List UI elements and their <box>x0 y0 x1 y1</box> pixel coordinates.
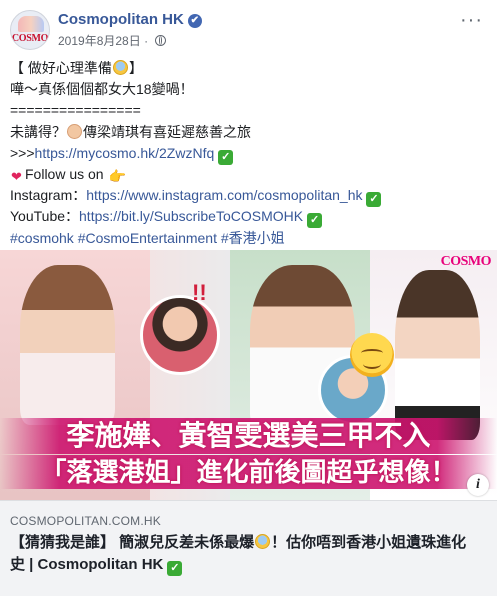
image-headline-2: 「落選港姐」進化前後圖超乎想像！ <box>0 455 497 489</box>
check-mark-icon: ✓ <box>366 192 382 208</box>
facebook-post: COSMO Cosmopolitan HK ✔ 2019年8月28日 · ··· … <box>0 0 497 596</box>
body-line-4: 未講得？ 傳梁靖琪有喜延遲慈善之旅 <box>10 122 488 143</box>
follow-us-text: Follow us on <box>25 165 104 182</box>
pointing-hand-icon: 👉 <box>108 167 126 184</box>
fearful-face-icon <box>255 534 271 549</box>
post-body: 【 做好心理準備】 嘩～真係個個都女大18變喎！ ===============… <box>10 58 488 249</box>
check-mark-icon: ✓ <box>218 149 234 165</box>
link-preview-card[interactable]: COSMOPOLITAN.COM.HK 【猜猜我是誰】 簡淑兒反差未係最爆 ！估你… <box>0 500 497 596</box>
fearful-face-icon <box>112 60 128 75</box>
article-link[interactable]: https://mycosmo.hk/2ZwzNfq <box>35 145 215 161</box>
info-icon[interactable]: i <box>467 474 489 496</box>
body-text-1b: 】 <box>128 60 143 76</box>
person-photo-right <box>395 270 480 440</box>
cosmo-logo: COSMO <box>440 254 492 269</box>
instagram-label: Instagram： <box>10 187 87 204</box>
more-options-button[interactable]: ··· <box>460 10 483 30</box>
post-header: COSMO Cosmopolitan HK ✔ 2019年8月28日 · ··· <box>10 10 487 50</box>
body-line-7: Instagram：https://www.instagram.com/cosm… <box>10 185 488 208</box>
post-meta: 2019年8月28日 · <box>58 32 167 49</box>
body-line-5: >>>https://mycosmo.hk/2ZwzNfq ✓ <box>10 143 488 165</box>
image-headline-1: 李施嬅、黃智雯選美三甲不入 <box>0 418 497 454</box>
youtube-label: YouTube： <box>10 208 80 225</box>
inset-photo-pageant <box>140 295 220 375</box>
body-text-4a: 未講得？ <box>10 123 66 140</box>
person-photo-left <box>20 265 115 425</box>
separator-dot: · <box>144 34 152 48</box>
avatar-logo: COSMO <box>11 33 49 44</box>
body-text-1a: 【 做好心理準備 <box>10 60 112 76</box>
avatar-photo <box>18 16 44 32</box>
page-avatar[interactable]: COSMO <box>10 10 50 50</box>
check-mark-icon: ✓ <box>167 561 183 576</box>
link-title-part-1: 【猜猜我是誰】 簡淑兒反差未係最爆 <box>10 534 255 551</box>
post-date[interactable]: 2019年8月28日 <box>58 34 141 48</box>
globe-icon[interactable] <box>155 35 167 46</box>
page-name[interactable]: Cosmopolitan HK <box>58 11 184 28</box>
body-line-6: ❤ Follow us on 👉 <box>10 164 488 185</box>
body-text-4b: 傳梁靖琪有喜延遲慈善之旅 <box>83 123 251 140</box>
baby-icon <box>67 123 82 139</box>
body-line-2: 嘩～真係個個都女大18變喎！ <box>10 81 194 98</box>
instagram-link[interactable]: https://www.instagram.com/cosmopolitan_h… <box>86 187 362 203</box>
link-domain: COSMOPOLITAN.COM.HK <box>10 514 161 528</box>
body-line-3: ================ <box>10 102 141 119</box>
hashtags[interactable]: #cosmohk #CosmoEntertainment #香港小姐 <box>10 228 488 249</box>
body-line-8: YouTube：https://bit.ly/SubscribeToCOSMOH… <box>10 206 488 229</box>
youtube-link[interactable]: https://bit.ly/SubscribeToCOSMOHK <box>79 208 303 224</box>
body-line-1: 【 做好心理準備】 <box>10 58 488 79</box>
verified-badge-icon: ✔ <box>187 14 202 28</box>
arrow-prefix: >>> <box>10 144 35 161</box>
smiling-face-icon <box>350 333 394 377</box>
exclamation-mark: !! <box>192 280 207 305</box>
page-name-link[interactable]: Cosmopolitan HK ✔ <box>58 11 202 28</box>
post-image[interactable]: !! COSMO 李施嬅、黃智雯選美三甲不入 「落選港姐」進化前後圖超乎想像！ … <box>0 250 497 500</box>
check-mark-icon: ✓ <box>307 213 323 229</box>
heart-icon: ❤ <box>11 168 22 184</box>
link-title[interactable]: 【猜猜我是誰】 簡淑兒反差未係最爆 ！估你唔到香港小姐遺珠進化史 | Cosmop… <box>10 532 480 576</box>
